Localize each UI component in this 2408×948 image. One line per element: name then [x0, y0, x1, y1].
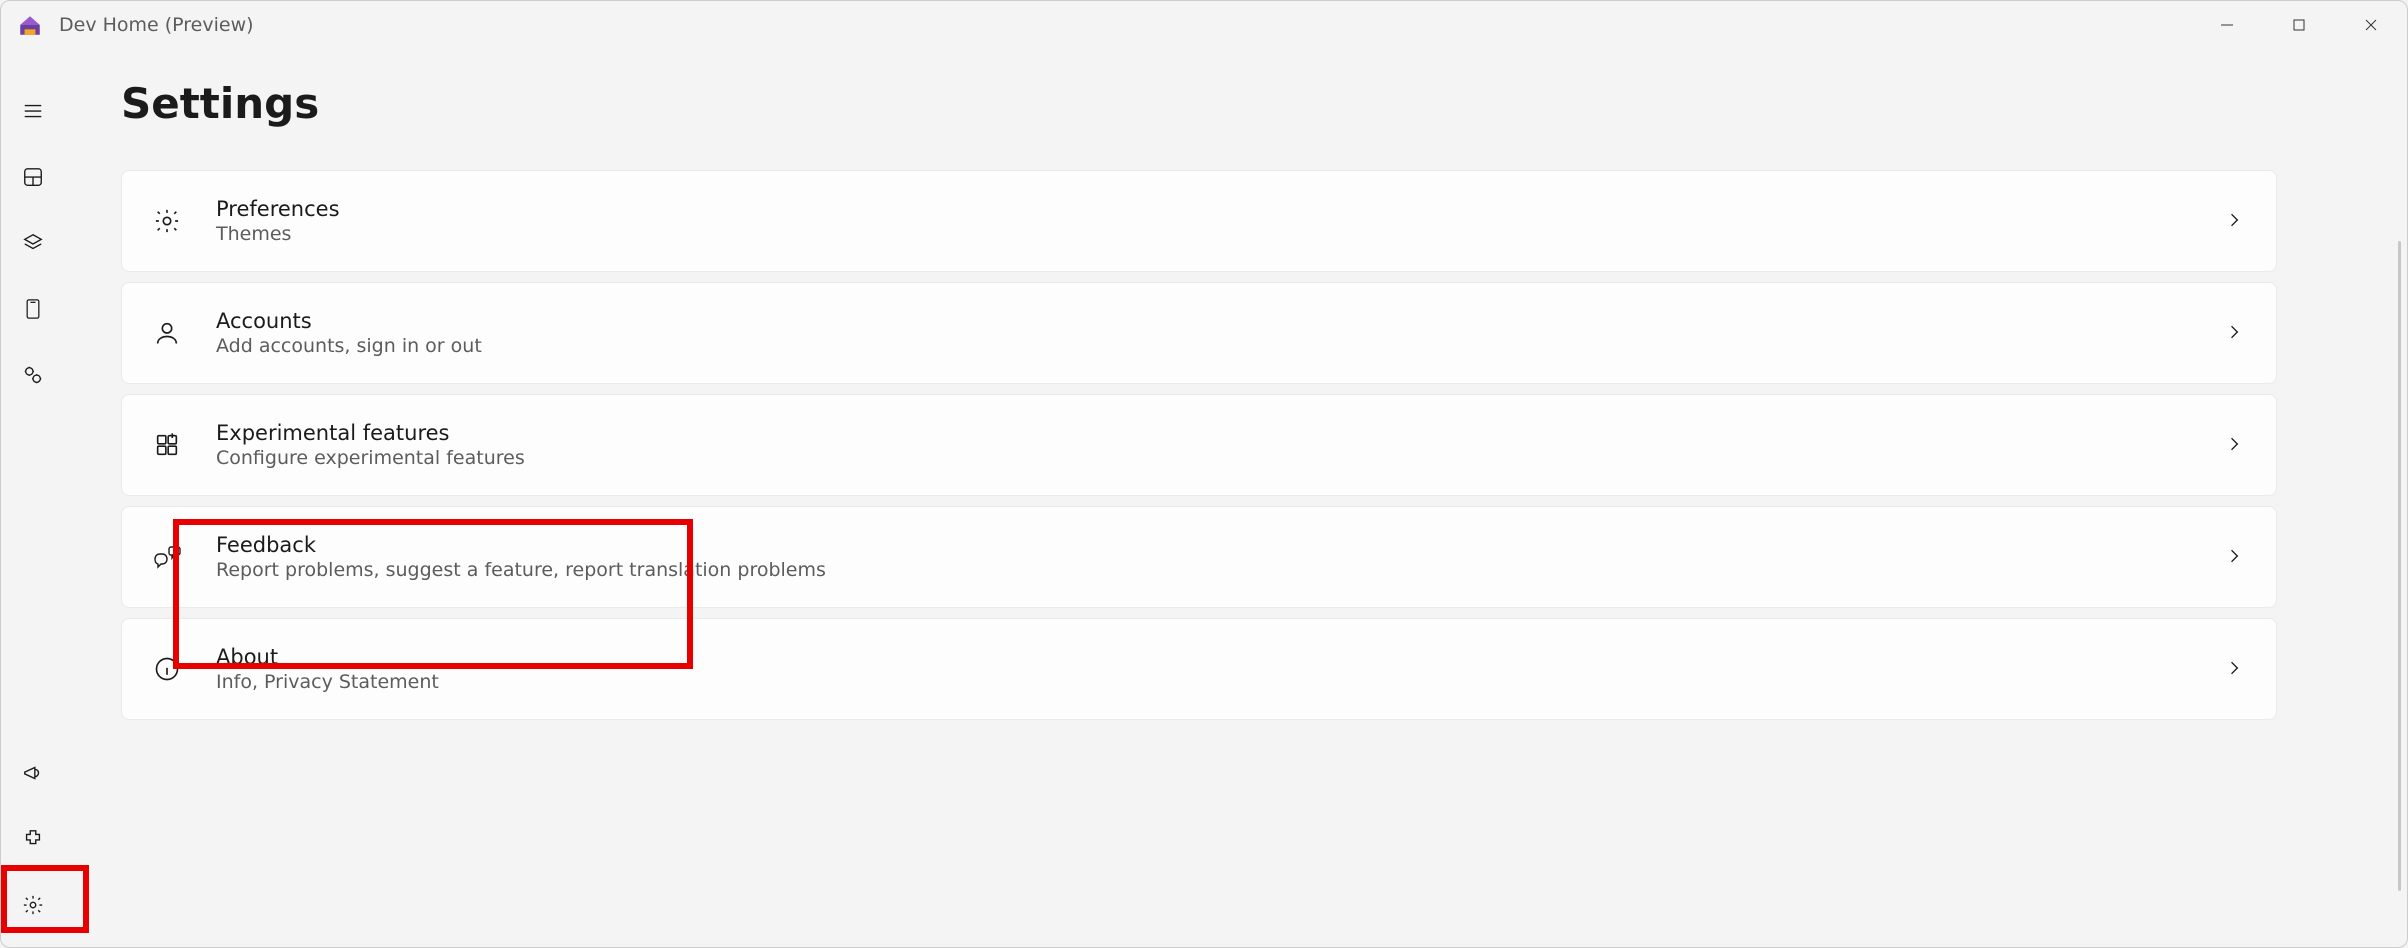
feedback-icon: [152, 542, 182, 572]
nav-dashboard[interactable]: [9, 153, 57, 201]
chevron-right-icon: [2224, 434, 2246, 456]
settings-item-feedback[interactable]: Feedback Report problems, suggest a feat…: [121, 506, 2277, 608]
window-title: Dev Home (Preview): [59, 14, 254, 36]
card-title: Feedback: [216, 533, 2224, 557]
maximize-button[interactable]: [2263, 1, 2335, 49]
card-title: Experimental features: [216, 421, 2224, 445]
nav-extension[interactable]: [9, 815, 57, 863]
minimize-button[interactable]: [2191, 1, 2263, 49]
chevron-right-icon: [2224, 210, 2246, 232]
chevron-right-icon: [2224, 658, 2246, 680]
nav-settings[interactable]: [9, 881, 57, 929]
settings-item-experimental[interactable]: Experimental features Configure experime…: [121, 394, 2277, 496]
titlebar: Dev Home (Preview): [1, 1, 2407, 49]
nav-utilities[interactable]: [9, 351, 57, 399]
card-title: Preferences: [216, 197, 2224, 221]
chevron-right-icon: [2224, 546, 2246, 568]
settings-item-accounts[interactable]: Accounts Add accounts, sign in or out: [121, 282, 2277, 384]
close-button[interactable]: [2335, 1, 2407, 49]
card-subtitle: Report problems, suggest a feature, repo…: [216, 559, 2224, 581]
main-content: Settings Preferences Themes: [65, 49, 2407, 947]
card-subtitle: Add accounts, sign in or out: [216, 335, 2224, 357]
app-window: Dev Home (Preview): [0, 0, 2408, 948]
info-icon: [152, 654, 182, 684]
app-icon: [17, 12, 43, 38]
flask-icon: [152, 430, 182, 460]
window-controls: [2191, 1, 2407, 49]
nav-rail: [1, 49, 65, 947]
settings-item-preferences[interactable]: Preferences Themes: [121, 170, 2277, 272]
nav-layers[interactable]: [9, 219, 57, 267]
card-title: Accounts: [216, 309, 2224, 333]
card-title: About: [216, 645, 2224, 669]
settings-list: Preferences Themes Accounts Add accounts…: [121, 170, 2287, 720]
nav-hamburger[interactable]: [9, 87, 57, 135]
gear-icon: [152, 206, 182, 236]
nav-announcement[interactable]: [9, 749, 57, 797]
nav-device[interactable]: [9, 285, 57, 333]
card-subtitle: Themes: [216, 223, 2224, 245]
person-icon: [152, 318, 182, 348]
card-subtitle: Info, Privacy Statement: [216, 671, 2224, 693]
settings-item-about[interactable]: About Info, Privacy Statement: [121, 618, 2277, 720]
card-subtitle: Configure experimental features: [216, 447, 2224, 469]
scrollbar[interactable]: [2398, 241, 2401, 891]
page-title: Settings: [121, 79, 2287, 128]
chevron-right-icon: [2224, 322, 2246, 344]
